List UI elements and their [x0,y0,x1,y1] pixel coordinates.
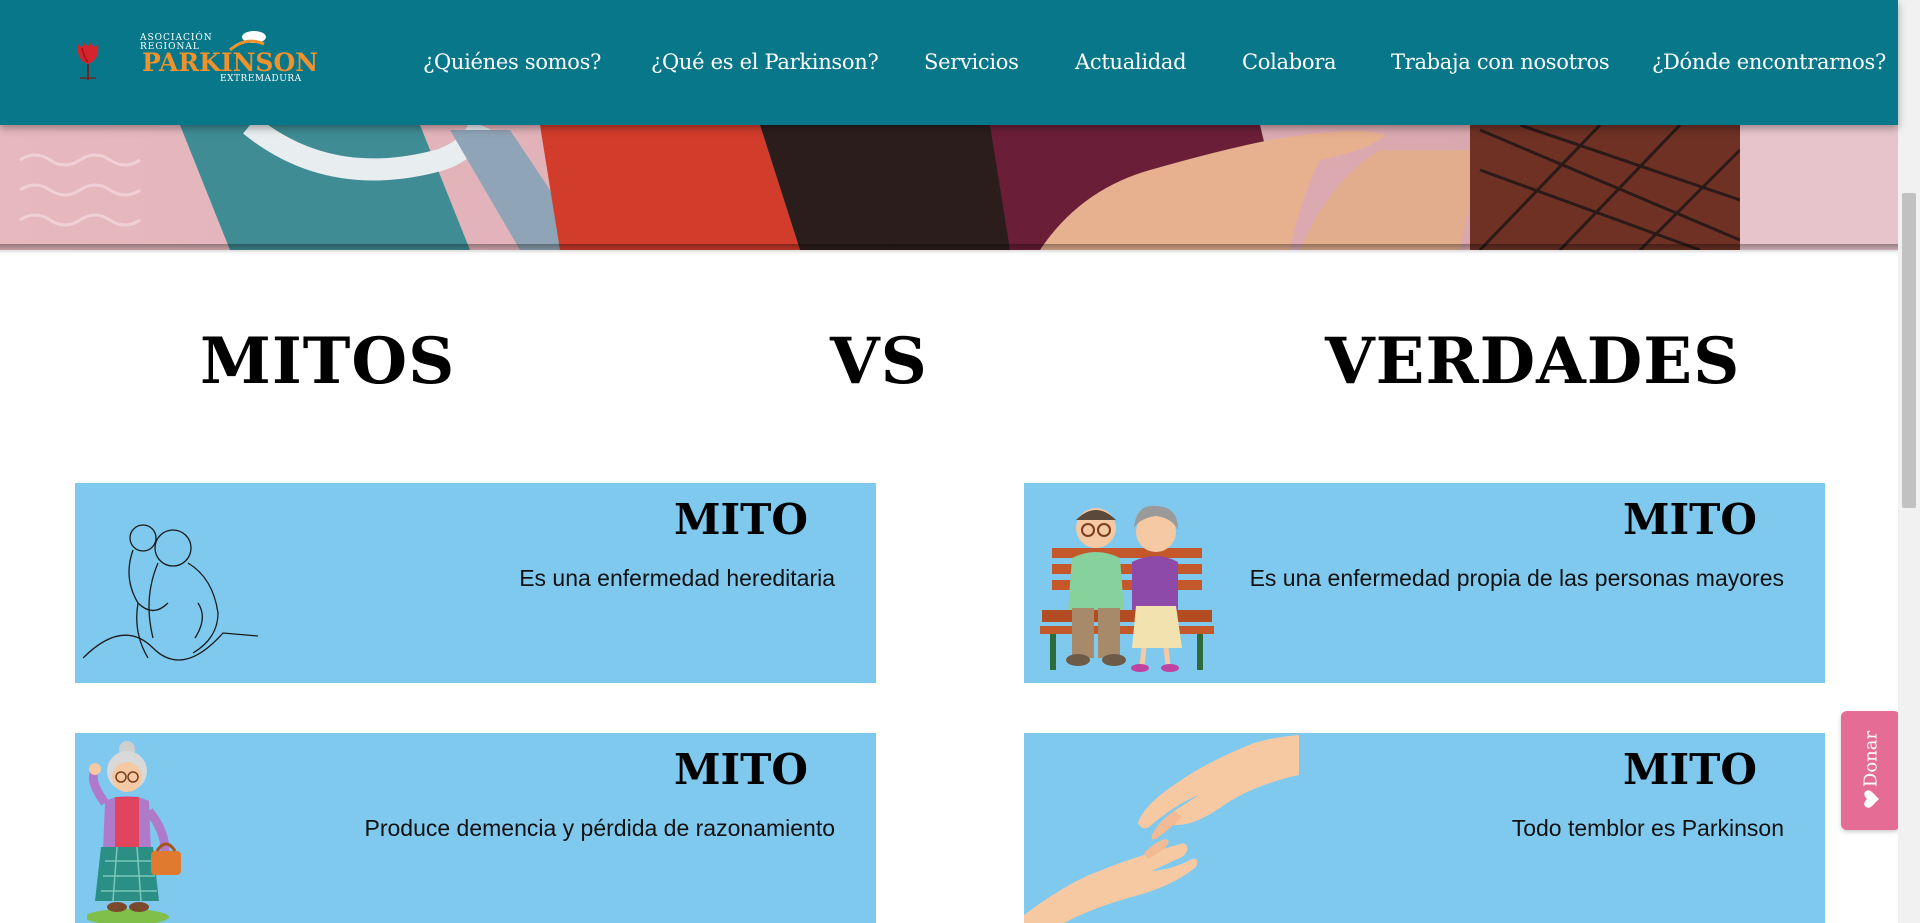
card-text: Es una enfermedad hereditaria [519,565,835,591]
scrollbar-thumb[interactable] [1902,193,1916,508]
nav-colabora[interactable]: Colabora [1242,48,1337,76]
logo-name: PARKINSON [142,48,319,77]
nav-actualidad[interactable]: Actualidad [1075,48,1187,76]
myth-card[interactable]: MITO Es una enfermedad propia de las per… [1024,483,1825,683]
card-title: MITO [674,495,808,544]
heading-mitos: MITOS [200,324,456,399]
card-title: MITO [1623,495,1757,544]
hero-shadow [0,244,1898,254]
association-logo[interactable]: ASOCIACIÓN REGIONAL PARKINSON EXTREMADUR… [140,30,318,86]
elderly-couple-on-bench-icon [1040,505,1214,672]
myth-card[interactable]: MITO Produce demencia y pérdida de razon… [75,733,876,923]
site-header: ASOCIACIÓN REGIONAL PARKINSON EXTREMADUR… [0,0,1898,125]
elderly-woman-with-handbag-icon [87,741,181,923]
reaching-hands-icon [1024,735,1299,923]
page-scrollbar[interactable] [1898,0,1920,923]
heart-icon [1864,790,1879,808]
heading-vs: VS [830,324,928,399]
parent-child-line-drawing-icon [83,524,259,661]
nav-servicios[interactable]: Servicios [924,48,1019,76]
card-title: MITO [1623,745,1757,794]
heading-verdades: VERDADES [1325,324,1741,399]
card-text: Es una enfermedad propia de las personas… [1249,565,1784,591]
card-text: Produce demencia y pérdida de razonamien… [364,815,835,841]
nav-quienes-somos[interactable]: ¿Quiénes somos? [423,48,601,76]
tulip-logo-icon[interactable] [72,38,104,80]
nav-trabaja-con-nosotros[interactable]: Trabaja con nosotros [1391,48,1610,76]
logo-region: EXTREMADURA [220,74,302,84]
card-text: Todo temblor es Parkinson [1511,815,1784,841]
card-title: MITO [674,745,808,794]
donate-button[interactable]: Donar [1841,711,1900,830]
myth-card[interactable]: MITO Todo temblor es Parkinson [1024,733,1825,923]
nav-donde-encontrarnos[interactable]: ¿Dónde encontrarnos? [1652,48,1886,76]
nav-que-es-parkinson[interactable]: ¿Qué es el Parkinson? [651,48,879,76]
donate-label: Donar [1860,730,1881,787]
myth-card[interactable]: MITO Es una enfermedad hereditaria [75,483,876,683]
